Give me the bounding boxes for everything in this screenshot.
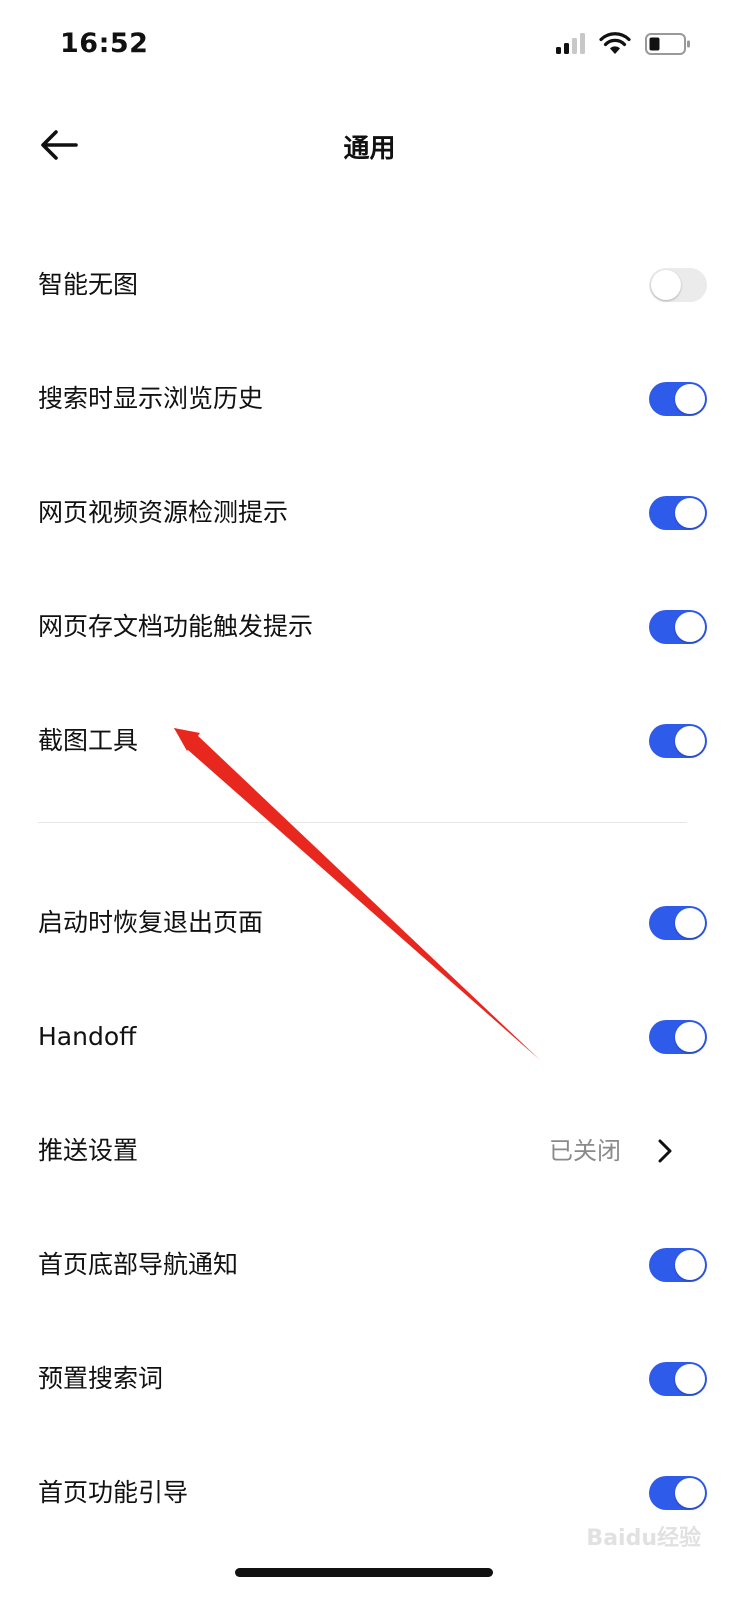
status-bar: 16:52	[0, 0, 739, 92]
battery-icon	[645, 33, 690, 55]
toggle-switch[interactable]	[649, 906, 707, 940]
nav-bar: 通用	[0, 92, 739, 196]
setting-label: 智能无图	[38, 270, 139, 299]
toggle-switch[interactable]	[649, 1362, 707, 1396]
home-indicator	[235, 1568, 493, 1577]
setting-row-preset-search-words[interactable]: 预置搜索词	[0, 1322, 739, 1436]
toggle-switch[interactable]	[649, 496, 707, 530]
setting-label: 搜索时显示浏览历史	[38, 384, 264, 413]
settings-list: 智能无图 搜索时显示浏览历史 网页视频资源检测提示 网页存文档功能触发提示 截图…	[0, 228, 739, 1550]
watermark: Baidu经验	[586, 1526, 701, 1551]
divider	[38, 822, 687, 823]
toggle-switch[interactable]	[649, 1248, 707, 1282]
setting-row-bottom-nav-notice[interactable]: 首页底部导航通知	[0, 1208, 739, 1322]
setting-row-restore-pages[interactable]: 启动时恢复退出页面	[0, 866, 739, 980]
wifi-icon	[599, 32, 631, 54]
toggle-switch[interactable]	[649, 382, 707, 416]
setting-label: 预置搜索词	[38, 1364, 164, 1393]
chevron-right-icon	[658, 1139, 672, 1163]
setting-row-handoff[interactable]: Handoff	[0, 980, 739, 1094]
setting-label: 首页底部导航通知	[38, 1250, 239, 1279]
status-icons	[555, 32, 691, 56]
setting-row-video-detect[interactable]: 网页视频资源检测提示	[0, 456, 739, 570]
setting-label: 推送设置	[38, 1136, 139, 1165]
setting-row-smart-no-image[interactable]: 智能无图	[0, 228, 739, 342]
setting-value: 已关闭	[549, 1137, 621, 1165]
section-separator	[0, 798, 739, 866]
setting-label: Handoff	[38, 1022, 137, 1051]
setting-row-search-history[interactable]: 搜索时显示浏览历史	[0, 342, 739, 456]
toggle-switch[interactable]	[649, 610, 707, 644]
page-title: 通用	[343, 134, 396, 164]
setting-row-save-document[interactable]: 网页存文档功能触发提示	[0, 570, 739, 684]
setting-label: 网页存文档功能触发提示	[38, 612, 314, 641]
setting-label: 截图工具	[38, 726, 139, 755]
toggle-switch[interactable]	[649, 724, 707, 758]
setting-label: 网页视频资源检测提示	[38, 498, 289, 527]
setting-row-screenshot-tool[interactable]: 截图工具	[0, 684, 739, 798]
setting-row-push-settings[interactable]: 推送设置 已关闭	[0, 1094, 739, 1208]
toggle-switch[interactable]	[649, 1476, 707, 1510]
toggle-switch[interactable]	[649, 268, 707, 302]
setting-label: 启动时恢复退出页面	[38, 908, 264, 937]
toggle-switch[interactable]	[649, 1020, 707, 1054]
setting-label: 首页功能引导	[38, 1478, 189, 1507]
status-time: 16:52	[60, 28, 149, 59]
cellular-signal-icon	[556, 33, 585, 54]
